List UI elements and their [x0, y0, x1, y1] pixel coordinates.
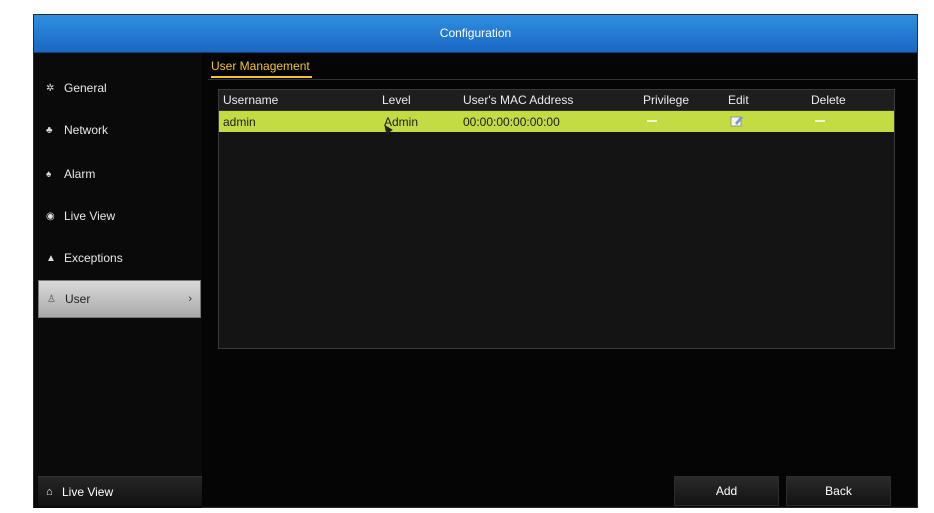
privilege-disabled-icon	[647, 120, 657, 122]
sidebar-item-label: User	[65, 292, 91, 306]
live-view-button[interactable]: ⌂ Live View	[38, 476, 202, 506]
sidebar-item-user[interactable]: ♙ User ›	[38, 280, 201, 318]
column-level: Level	[382, 93, 411, 107]
sidebar-item-label: Live View	[64, 209, 116, 223]
back-button[interactable]: Back	[786, 476, 891, 506]
table-header: Username Level User's MAC Address Privil…	[219, 90, 894, 111]
main-panel: User Management Username Level User's MA…	[208, 53, 918, 508]
sidebar-item-network[interactable]: ♣ Network	[38, 111, 201, 149]
sidebar-item-live-view[interactable]: ◉ Live View	[38, 197, 201, 235]
sidebar-item-label: General	[64, 81, 107, 95]
column-delete: Delete	[811, 93, 846, 107]
cell-mac: 00:00:00:00:00:00	[463, 115, 560, 129]
window-title: Configuration	[34, 15, 917, 53]
column-mac: User's MAC Address	[463, 93, 574, 107]
table-row[interactable]: admin Admin 00:00:00:00:00:00	[219, 111, 894, 135]
sidebar-item-label: Exceptions	[64, 251, 123, 265]
alarm-icon: ♠	[46, 168, 52, 180]
delete-disabled-icon	[815, 120, 825, 122]
tab-user-management[interactable]: User Management	[211, 59, 312, 78]
cell-username: admin	[223, 115, 256, 129]
home-icon: ⌂	[46, 485, 53, 498]
column-username: Username	[223, 93, 279, 107]
tab-divider	[208, 79, 916, 80]
user-icon: ♙	[47, 293, 56, 305]
sidebar-item-general[interactable]: ✲ General	[38, 69, 201, 107]
chevron-right-icon: ›	[188, 293, 192, 305]
live-view-label: Live View	[62, 484, 114, 499]
sidebar-item-label: Network	[64, 123, 109, 137]
eye-icon: ◉	[46, 210, 55, 222]
gear-icon: ✲	[46, 82, 55, 94]
config-window: Configuration ✲ General ♣ Network ♠ Alar…	[33, 14, 918, 508]
sidebar-item-alarm[interactable]: ♠ Alarm	[38, 155, 201, 193]
column-edit: Edit	[728, 93, 749, 107]
warning-icon: ▲	[46, 252, 56, 264]
column-privilege: Privilege	[643, 93, 690, 107]
network-icon: ♣	[46, 124, 53, 136]
edit-icon[interactable]	[730, 114, 744, 133]
sidebar: ✲ General ♣ Network ♠ Alarm ◉ Live View …	[34, 53, 202, 508]
user-table: Username Level User's MAC Address Privil…	[218, 89, 895, 349]
sidebar-item-exceptions[interactable]: ▲ Exceptions	[38, 239, 201, 277]
sidebar-item-label: Alarm	[64, 167, 96, 181]
add-button[interactable]: Add	[674, 476, 779, 506]
